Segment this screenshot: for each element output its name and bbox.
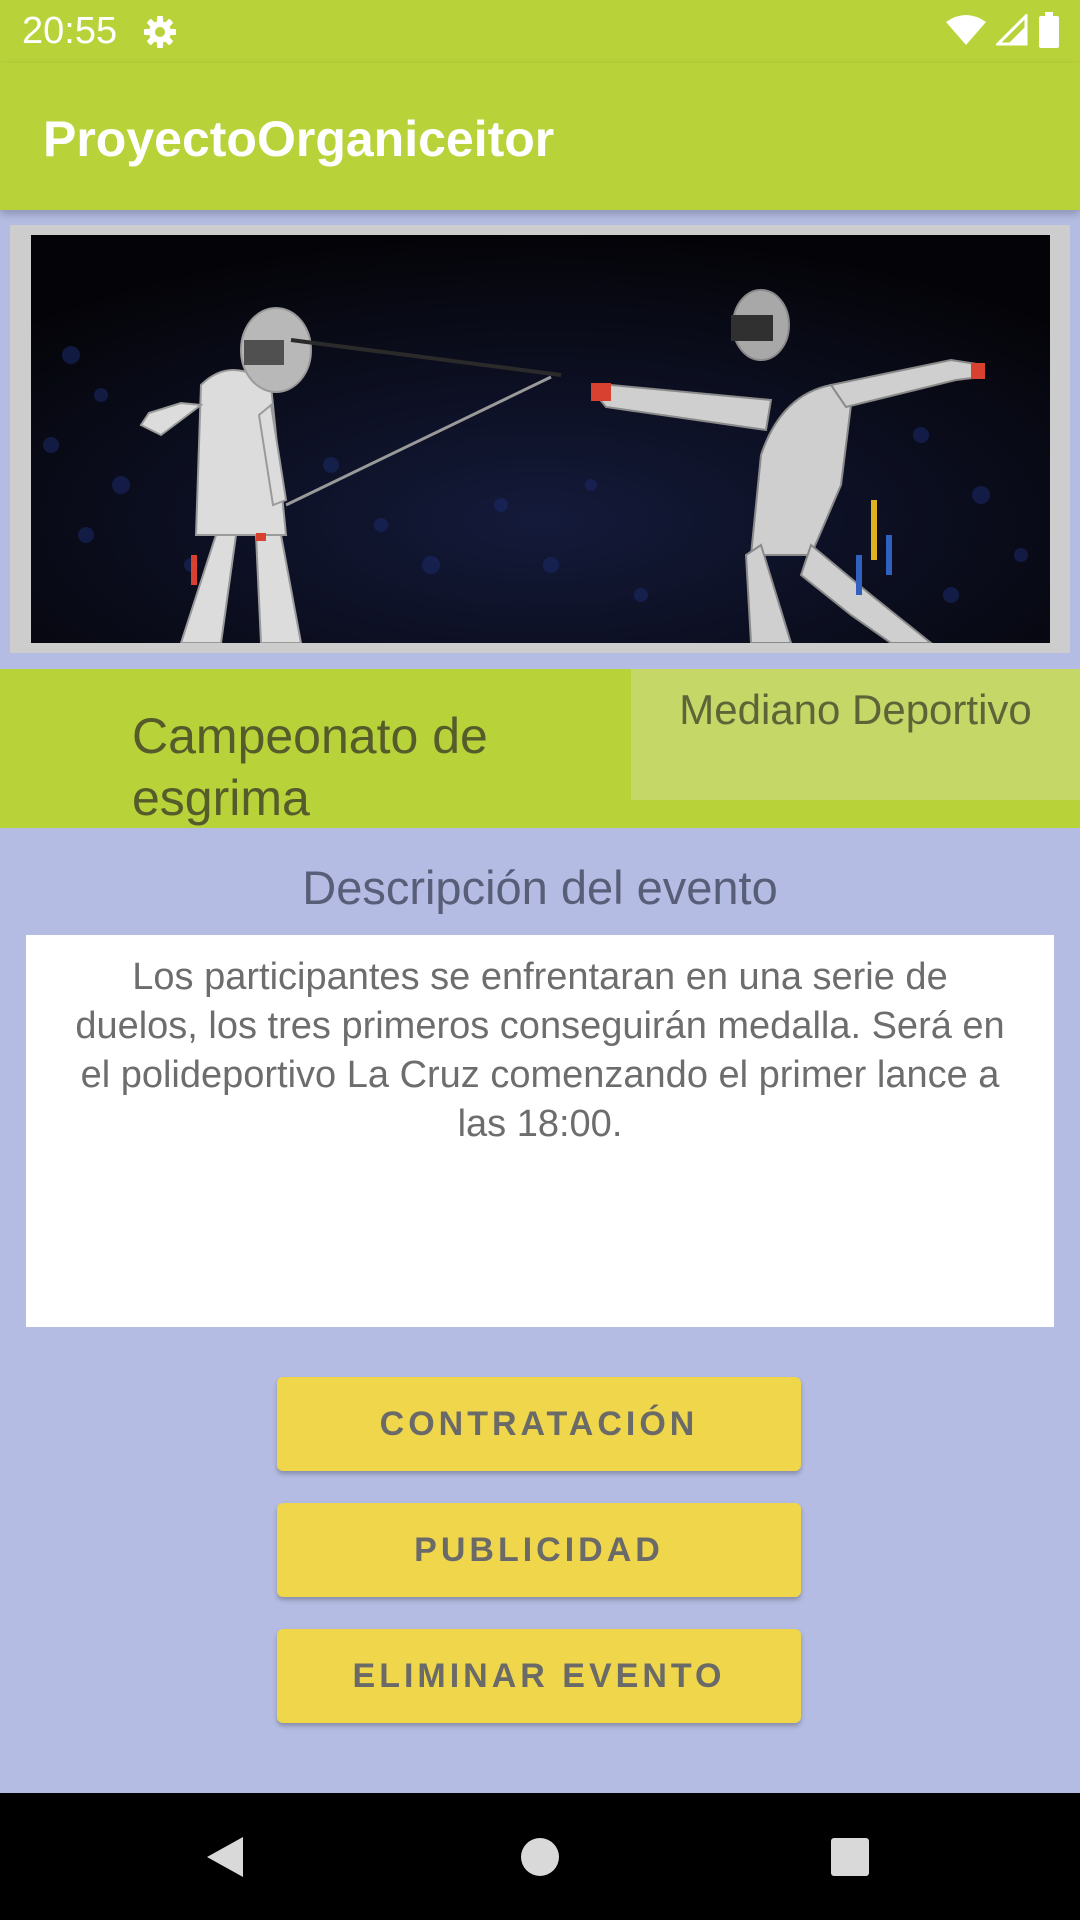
- event-image: [31, 235, 1050, 643]
- event-header: Campeonato de esgrima Mediano Deportivo: [0, 669, 1080, 828]
- description-box: Los participantes se enfrentaran en una …: [26, 935, 1054, 1327]
- description-title: Descripción del evento: [302, 861, 778, 914]
- event-tag: Mediano Deportivo: [679, 686, 1032, 733]
- status-time: 20:55: [22, 10, 118, 52]
- settings-icon: [142, 14, 178, 50]
- battery-icon: [1038, 11, 1060, 53]
- event-tag-box: Mediano Deportivo: [631, 669, 1080, 800]
- hiring-button[interactable]: CONTRATACIÓN: [277, 1377, 801, 1471]
- app-bar: ProyectoOrganiceitor: [0, 63, 1080, 210]
- home-icon[interactable]: [480, 1793, 600, 1920]
- wifi-icon: [946, 14, 986, 51]
- navigation-bar: [0, 1793, 1080, 1920]
- event-image-frame: [10, 225, 1070, 653]
- app-title: ProyectoOrganiceitor: [43, 111, 555, 167]
- event-name: Campeonato de esgrima: [132, 708, 488, 826]
- recents-icon[interactable]: [790, 1793, 910, 1920]
- description-text: Los participantes se enfrentaran en una …: [75, 956, 1005, 1145]
- status-bar: 20:55: [0, 0, 1080, 63]
- advertising-button[interactable]: PUBLICIDAD: [277, 1503, 801, 1597]
- delete-event-button[interactable]: ELIMINAR EVENTO: [277, 1629, 801, 1723]
- signal-icon: [994, 11, 1028, 51]
- back-icon[interactable]: [165, 1793, 285, 1920]
